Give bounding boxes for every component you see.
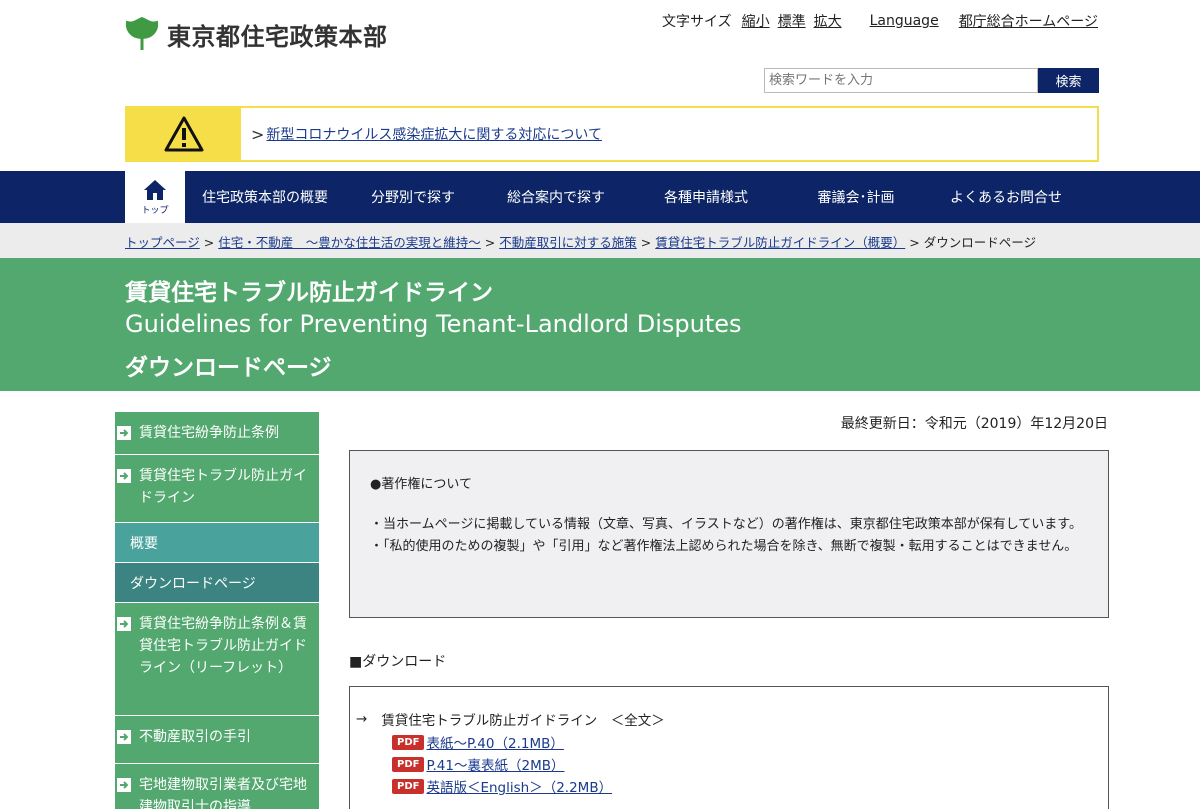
- download-item: PDF 表紙～P.40（2.1MB）: [392, 731, 1108, 753]
- breadcrumb-top[interactable]: トップページ: [125, 235, 200, 250]
- sidebar-subitem-overview[interactable]: 概要: [115, 523, 319, 563]
- global-nav: トップ 住宅政策本部の概要 分野別で探す 総合案内で探す 各種申請様式 審議会･…: [0, 171, 1200, 223]
- search-input[interactable]: [764, 68, 1038, 93]
- site-logo[interactable]: 東京都住宅政策本部: [125, 16, 388, 52]
- last-updated: 最終更新日：令和元（2019）年12月20日: [840, 416, 1108, 432]
- arrow-right-icon: [117, 617, 131, 631]
- sidebar-item-label: 賃貸住宅紛争防止条例: [139, 425, 279, 441]
- search-button[interactable]: 検索: [1038, 68, 1099, 93]
- pdf-icon: PDF: [392, 778, 425, 794]
- site-header: 東京都住宅政策本部 文字サイズ 縮小 標準 拡大 Language 都庁総合ホー…: [0, 0, 1200, 100]
- breadcrumb-sep: >: [640, 235, 652, 250]
- font-size-label: 文字サイズ: [662, 14, 732, 30]
- nav-home-button[interactable]: トップ: [125, 171, 185, 223]
- font-standard-link[interactable]: 標準: [778, 11, 806, 31]
- download-heading: ■ダウンロード: [349, 654, 447, 670]
- search-form: 検索: [764, 68, 1099, 93]
- page-title-en: Guidelines for Preventing Tenant-Landlor…: [125, 310, 742, 338]
- alert-icon-box: [127, 108, 241, 160]
- sidebar-item-ordinance[interactable]: 賃貸住宅紛争防止条例: [115, 412, 319, 455]
- copyright-notice: ●著作権について ・当ホームページに掲載している情報（文章、写真、イラストなど）…: [349, 450, 1109, 618]
- copyright-bullet: ・当ホームページに掲載している情報（文章、写真、イラストなど）の著作権は、東京都…: [370, 517, 1083, 532]
- ginkgo-leaf-icon: [125, 16, 159, 50]
- sidebar-subitem-download[interactable]: ダウンロードページ: [115, 563, 319, 603]
- covid-alert-banner: > 新型コロナウイルス感染症拡大に関する対応について: [125, 106, 1099, 162]
- sidebar-item-broker-guidance[interactable]: 宅地建物取引業者及び宅地建物取引士の指導: [115, 764, 319, 809]
- download-box: → 賃貸住宅トラブル防止ガイドライン ＜全文＞ PDF 表紙～P.40（2.1M…: [349, 686, 1109, 809]
- nav-item-general-guide[interactable]: 総合案内で探す: [481, 171, 631, 223]
- sidebar-item-handbook[interactable]: 不動産取引の手引: [115, 716, 319, 764]
- covid-info-link[interactable]: 新型コロナウイルス感染症拡大に関する対応について: [266, 124, 602, 144]
- site-name: 東京都住宅政策本部: [167, 22, 388, 51]
- breadcrumb-sep: >: [909, 235, 920, 250]
- sidebar-item-label: 賃貸住宅紛争防止条例＆賃貸住宅トラブル防止ガイドライン（リーフレット）: [139, 616, 307, 676]
- download-link-part1[interactable]: 表紙～P.40（2.1MB）: [426, 732, 563, 752]
- tokyo-home-link[interactable]: 都庁総合ホームページ: [959, 11, 1098, 31]
- breadcrumb-housing[interactable]: 住宅・不動産 ～豊かな住生活の実現と維持～: [218, 235, 481, 250]
- breadcrumb-sep: >: [203, 235, 215, 250]
- home-icon: [144, 179, 166, 200]
- nav-item-forms[interactable]: 各種申請様式: [631, 171, 781, 223]
- nav-item-faq[interactable]: よくあるお問合せ: [931, 171, 1081, 223]
- page-title-ja: 賃貸住宅トラブル防止ガイドライン: [125, 280, 493, 306]
- language-link[interactable]: Language: [870, 13, 939, 29]
- copyright-heading: ●著作権について: [370, 477, 472, 492]
- download-link-part2[interactable]: P.41～裏表紙（2MB）: [426, 754, 564, 774]
- arrow-right-icon: [117, 426, 131, 440]
- nav-item-by-field[interactable]: 分野別で探す: [345, 171, 481, 223]
- sidebar: 賃貸住宅紛争防止条例 賃貸住宅トラブル防止ガイドライン 概要 ダウンロードページ…: [115, 412, 319, 809]
- alert-text: > 新型コロナウイルス感染症拡大に関する対応について: [251, 124, 602, 144]
- arrow-right-icon: [117, 730, 131, 744]
- arrow-right-icon: [117, 778, 131, 792]
- nav-item-overview[interactable]: 住宅政策本部の概要: [185, 171, 345, 223]
- breadcrumb-real-estate[interactable]: 不動産取引に対する施策: [499, 235, 637, 250]
- breadcrumb: トップページ > 住宅・不動産 ～豊かな住生活の実現と維持～ > 不動産取引に対する施策…: [0, 223, 1200, 258]
- download-item: PDF 英語版＜English＞（2.2MB）: [392, 775, 1108, 797]
- font-small-link[interactable]: 縮小: [742, 11, 770, 31]
- breadcrumb-sep: >: [484, 235, 496, 250]
- nav-item-council[interactable]: 審議会･計画: [781, 171, 931, 223]
- sidebar-item-leaflet[interactable]: 賃貸住宅紛争防止条例＆賃貸住宅トラブル防止ガイドライン（リーフレット）: [115, 603, 319, 716]
- arrow-right-icon: [117, 469, 131, 483]
- breadcrumb-guideline-overview[interactable]: 賃貸住宅トラブル防止ガイドライン（概要）: [655, 235, 905, 250]
- download-link-english[interactable]: 英語版＜English＞（2.2MB）: [426, 776, 612, 796]
- pdf-icon: PDF: [392, 756, 425, 772]
- sidebar-item-label: 不動産取引の手引: [139, 729, 251, 745]
- sidebar-item-label: 宅地建物取引業者及び宅地建物取引士の指導: [139, 777, 307, 809]
- arrow-icon: →: [356, 711, 368, 727]
- download-item: PDF P.41～裏表紙（2MB）: [392, 753, 1108, 775]
- font-large-link[interactable]: 拡大: [814, 11, 842, 31]
- utility-links: 文字サイズ 縮小 標準 拡大 Language 都庁総合ホームページ: [662, 11, 1098, 31]
- download-title: → 賃貸住宅トラブル防止ガイドライン ＜全文＞: [356, 709, 1108, 729]
- download-title-text: 賃貸住宅トラブル防止ガイドライン ＜全文＞: [381, 713, 665, 729]
- copyright-bullet: ・「私的使用のための複製」や「引用」など著作権法上認められた場合を除き、無断で複…: [370, 539, 1078, 554]
- breadcrumb-current: ダウンロードページ: [923, 235, 1037, 250]
- nav-home-label: トップ: [141, 205, 169, 216]
- pdf-icon: PDF: [392, 734, 425, 750]
- sidebar-item-label: 賃貸住宅トラブル防止ガイドライン: [139, 468, 307, 506]
- sidebar-item-guideline[interactable]: 賃貸住宅トラブル防止ガイドライン: [115, 455, 319, 523]
- alert-arrow: >: [251, 124, 265, 144]
- page-title-sub: ダウンロードページ: [125, 355, 332, 381]
- warning-icon: [164, 116, 204, 152]
- page-title-band: 賃貸住宅トラブル防止ガイドライン Guidelines for Preventi…: [0, 258, 1200, 391]
